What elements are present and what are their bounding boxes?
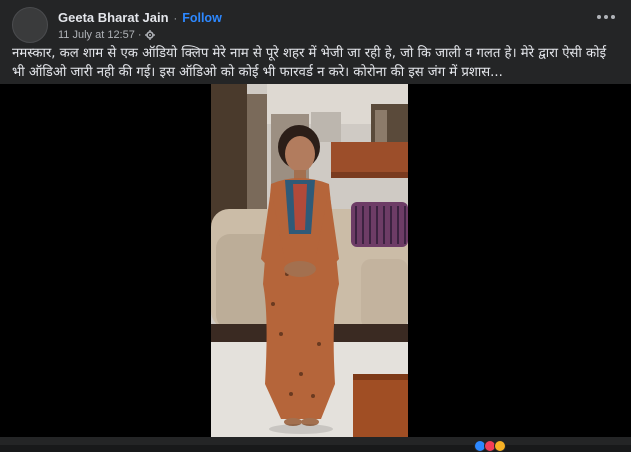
- author-avatar[interactable]: [12, 7, 48, 43]
- post-header: Geeta Bharat Jain · Follow: [58, 10, 222, 25]
- meta-separator: ·: [137, 29, 142, 41]
- video-frame[interactable]: [211, 84, 408, 437]
- author-name[interactable]: Geeta Bharat Jain: [58, 10, 169, 25]
- more-dot-icon: [611, 15, 615, 19]
- more-dot-icon: [597, 15, 601, 19]
- care-reaction-icon: [494, 440, 506, 452]
- facebook-post: Geeta Bharat Jain · Follow 11 July at 12…: [0, 0, 631, 452]
- video-player[interactable]: [0, 84, 631, 437]
- follow-button[interactable]: Follow: [182, 11, 222, 25]
- post-caption: नमस्कार, कल शाम से एक ऑडियो क्लिप मेरे न…: [12, 46, 607, 80]
- header-separator: ·: [173, 13, 178, 25]
- post-meta: 11 July at 12:57 ·: [58, 29, 155, 41]
- post-footer: [0, 437, 631, 445]
- gear-icon: [144, 30, 155, 40]
- more-options-button[interactable]: [595, 9, 617, 25]
- reaction-icons[interactable]: [474, 440, 506, 452]
- more-dot-icon: [604, 15, 608, 19]
- video-still: [211, 84, 408, 437]
- post-timestamp[interactable]: 11 July at 12:57: [58, 29, 135, 41]
